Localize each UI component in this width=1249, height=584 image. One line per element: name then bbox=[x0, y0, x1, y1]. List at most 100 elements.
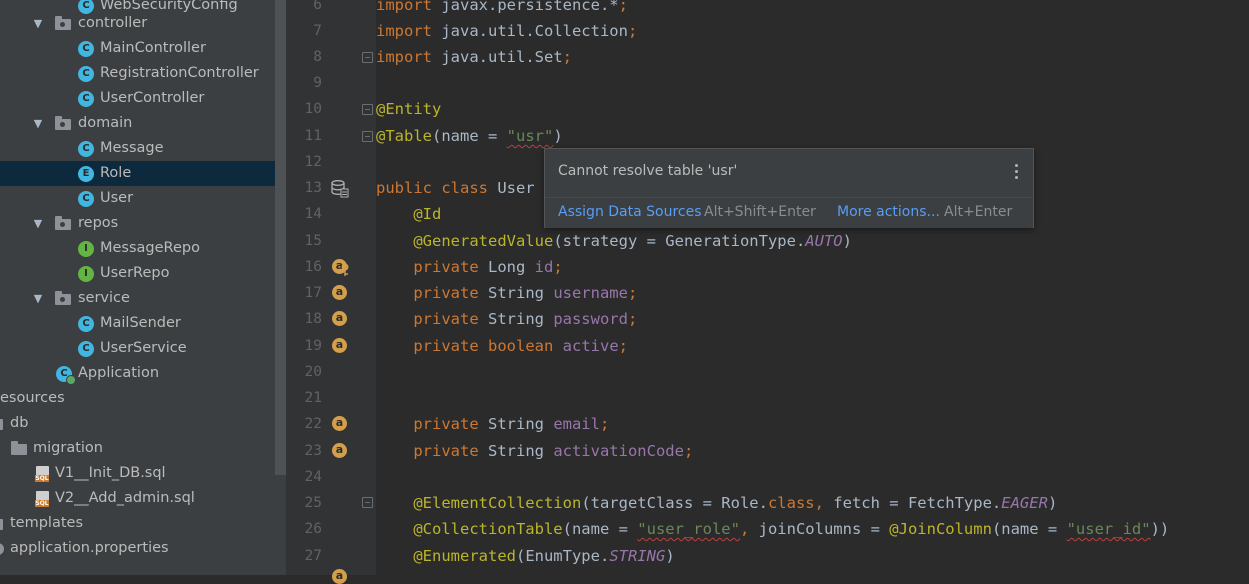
class-icon: C bbox=[78, 91, 94, 107]
folder-icon bbox=[0, 419, 3, 430]
sidebar-scrollbar[interactable] bbox=[275, 0, 286, 475]
tree-item-user[interactable]: C User bbox=[0, 186, 285, 211]
chevron-down-icon[interactable]: ▼ bbox=[31, 11, 45, 36]
tree-item-mailsender[interactable]: C MailSender bbox=[0, 311, 285, 336]
folder-icon bbox=[11, 441, 27, 455]
code-line-18: private String password; bbox=[413, 310, 638, 328]
chevron-down-icon[interactable]: ▼ bbox=[31, 211, 45, 236]
tree-item-resources[interactable]: esources bbox=[0, 386, 285, 411]
code-line-14: @Id bbox=[413, 205, 442, 223]
tree-item-domain[interactable]: ▼ domain bbox=[0, 111, 285, 136]
tree-item-application[interactable]: C Application bbox=[0, 361, 285, 386]
fold-marker-icon[interactable] bbox=[362, 104, 373, 115]
field-annotation-icon[interactable]: a bbox=[332, 285, 347, 300]
tree-item-registrationcontroller[interactable]: C RegistrationController bbox=[0, 61, 285, 86]
line-number: 24 bbox=[304, 469, 322, 485]
fold-marker-icon[interactable] bbox=[362, 131, 373, 142]
enum-icon: E bbox=[78, 166, 94, 182]
tree-item-application-properties[interactable]: application.properties bbox=[0, 536, 285, 561]
tree-item-v2-add-admin-sql[interactable]: V2__Add_admin.sql bbox=[0, 486, 285, 511]
tree-item-label: Role bbox=[100, 165, 132, 181]
line-number: 10 bbox=[304, 101, 322, 117]
tree-item-templates[interactable]: templates bbox=[0, 511, 285, 536]
tree-item-label: MailSender bbox=[100, 315, 181, 331]
line-number: 7 bbox=[313, 23, 322, 39]
field-annotation-icon[interactable]: a bbox=[332, 416, 347, 431]
tree-item-label: repos bbox=[78, 215, 119, 231]
code-line-10: @Entity bbox=[376, 100, 442, 118]
line-number: 11 bbox=[304, 128, 322, 144]
interface-icon: I bbox=[78, 266, 94, 282]
assign-data-sources-shortcut: Alt+Shift+Enter bbox=[704, 204, 816, 220]
line-number: 15 bbox=[304, 233, 322, 249]
tree-item-label: User bbox=[100, 190, 134, 206]
chevron-down-icon[interactable]: ▼ bbox=[31, 111, 45, 136]
field-annotation-icon[interactable]: a bbox=[332, 311, 347, 326]
tree-item-migration[interactable]: migration bbox=[0, 436, 285, 461]
line-number: 27 bbox=[304, 548, 322, 564]
chevron-down-icon[interactable]: ▼ bbox=[31, 286, 45, 311]
properties-file-icon bbox=[0, 543, 4, 555]
code-line-13: public class User bbox=[376, 179, 535, 197]
tree-item-v1-init-db-sql[interactable]: V1__Init_DB.sql bbox=[0, 461, 285, 486]
fold-marker-icon[interactable] bbox=[362, 52, 373, 63]
tree-item-maincontroller[interactable]: C MainController bbox=[0, 36, 285, 61]
tree-item-message[interactable]: C Message bbox=[0, 136, 285, 161]
tree-item-label: db bbox=[10, 415, 29, 431]
tree-item-label: migration bbox=[33, 440, 103, 456]
more-options-icon[interactable] bbox=[1015, 164, 1019, 182]
tree-item-label: UserController bbox=[100, 90, 205, 106]
tree-item-usercontroller[interactable]: C UserController bbox=[0, 86, 285, 111]
code-line-26: @CollectionTable(name = "user_role", joi… bbox=[413, 520, 1170, 538]
tree-item-label: RegistrationController bbox=[100, 65, 259, 81]
line-number: 9 bbox=[313, 75, 322, 91]
line-number: 14 bbox=[304, 206, 322, 222]
field-annotation-icon[interactable]: a bbox=[332, 338, 347, 353]
code-line-16: private Long id; bbox=[413, 258, 563, 276]
tree-item-label: MainController bbox=[100, 40, 206, 56]
line-number: 17 bbox=[304, 285, 322, 301]
folder-icon bbox=[0, 519, 3, 530]
tree-item-userrepo[interactable]: I UserRepo bbox=[0, 261, 285, 286]
package-folder-icon bbox=[55, 116, 71, 130]
tree-item-label: MessageRepo bbox=[100, 240, 200, 256]
line-number: 13 bbox=[304, 180, 322, 196]
line-number: 21 bbox=[304, 390, 322, 406]
line-number: 26 bbox=[304, 521, 322, 537]
error-message: Cannot resolve table 'usr' bbox=[558, 163, 738, 179]
class-icon: C bbox=[78, 316, 94, 332]
line-number: 6 bbox=[313, 0, 322, 13]
code-line-11: @Table(name = "usr") bbox=[376, 127, 563, 145]
tree-item-controller[interactable]: ▼ controller bbox=[0, 11, 285, 36]
tree-item-label: Application bbox=[78, 365, 160, 381]
tree-item-db[interactable]: db bbox=[0, 411, 285, 436]
tree-item-label: Message bbox=[100, 140, 164, 156]
line-number: 25 bbox=[304, 495, 322, 511]
more-actions-link[interactable]: More actions... bbox=[837, 204, 940, 220]
tree-item-label: esources bbox=[0, 390, 65, 406]
editor-gutter: 6 7 8 9 10 11 12 13 14 15 16 17 18 19 20… bbox=[286, 0, 376, 584]
assign-data-sources-link[interactable]: Assign Data Sources bbox=[558, 204, 702, 220]
tree-item-messagerepo[interactable]: I MessageRepo bbox=[0, 236, 285, 261]
tree-item-repos[interactable]: ▼ repos bbox=[0, 211, 285, 236]
field-annotation-icon[interactable]: a bbox=[332, 569, 347, 584]
package-folder-icon bbox=[55, 216, 71, 230]
class-icon: C bbox=[78, 341, 94, 357]
package-folder-icon bbox=[55, 16, 71, 30]
sql-file-icon bbox=[35, 466, 49, 482]
line-number: 20 bbox=[304, 364, 322, 380]
line-number: 23 bbox=[304, 443, 322, 459]
tree-item-userservice[interactable]: C UserService bbox=[0, 336, 285, 361]
tree-item-label: V2__Add_admin.sql bbox=[55, 490, 195, 506]
project-tree-panel: C WebSecurityConfig ▼ controller C MainC… bbox=[0, 0, 286, 575]
fold-marker-icon[interactable] bbox=[362, 497, 373, 508]
field-annotation-icon[interactable]: a bbox=[332, 443, 347, 458]
class-icon: C bbox=[78, 141, 94, 157]
code-line-23: private String activationCode; bbox=[413, 442, 694, 460]
tree-item-role[interactable]: E Role bbox=[0, 161, 285, 186]
sql-file-icon bbox=[35, 491, 49, 507]
tree-item-service[interactable]: ▼ service bbox=[0, 286, 285, 311]
code-editor[interactable]: import javax.persistence.*; import java.… bbox=[376, 0, 1249, 575]
tree-item-label: V1__Init_DB.sql bbox=[55, 465, 166, 481]
database-table-icon[interactable] bbox=[331, 180, 349, 198]
